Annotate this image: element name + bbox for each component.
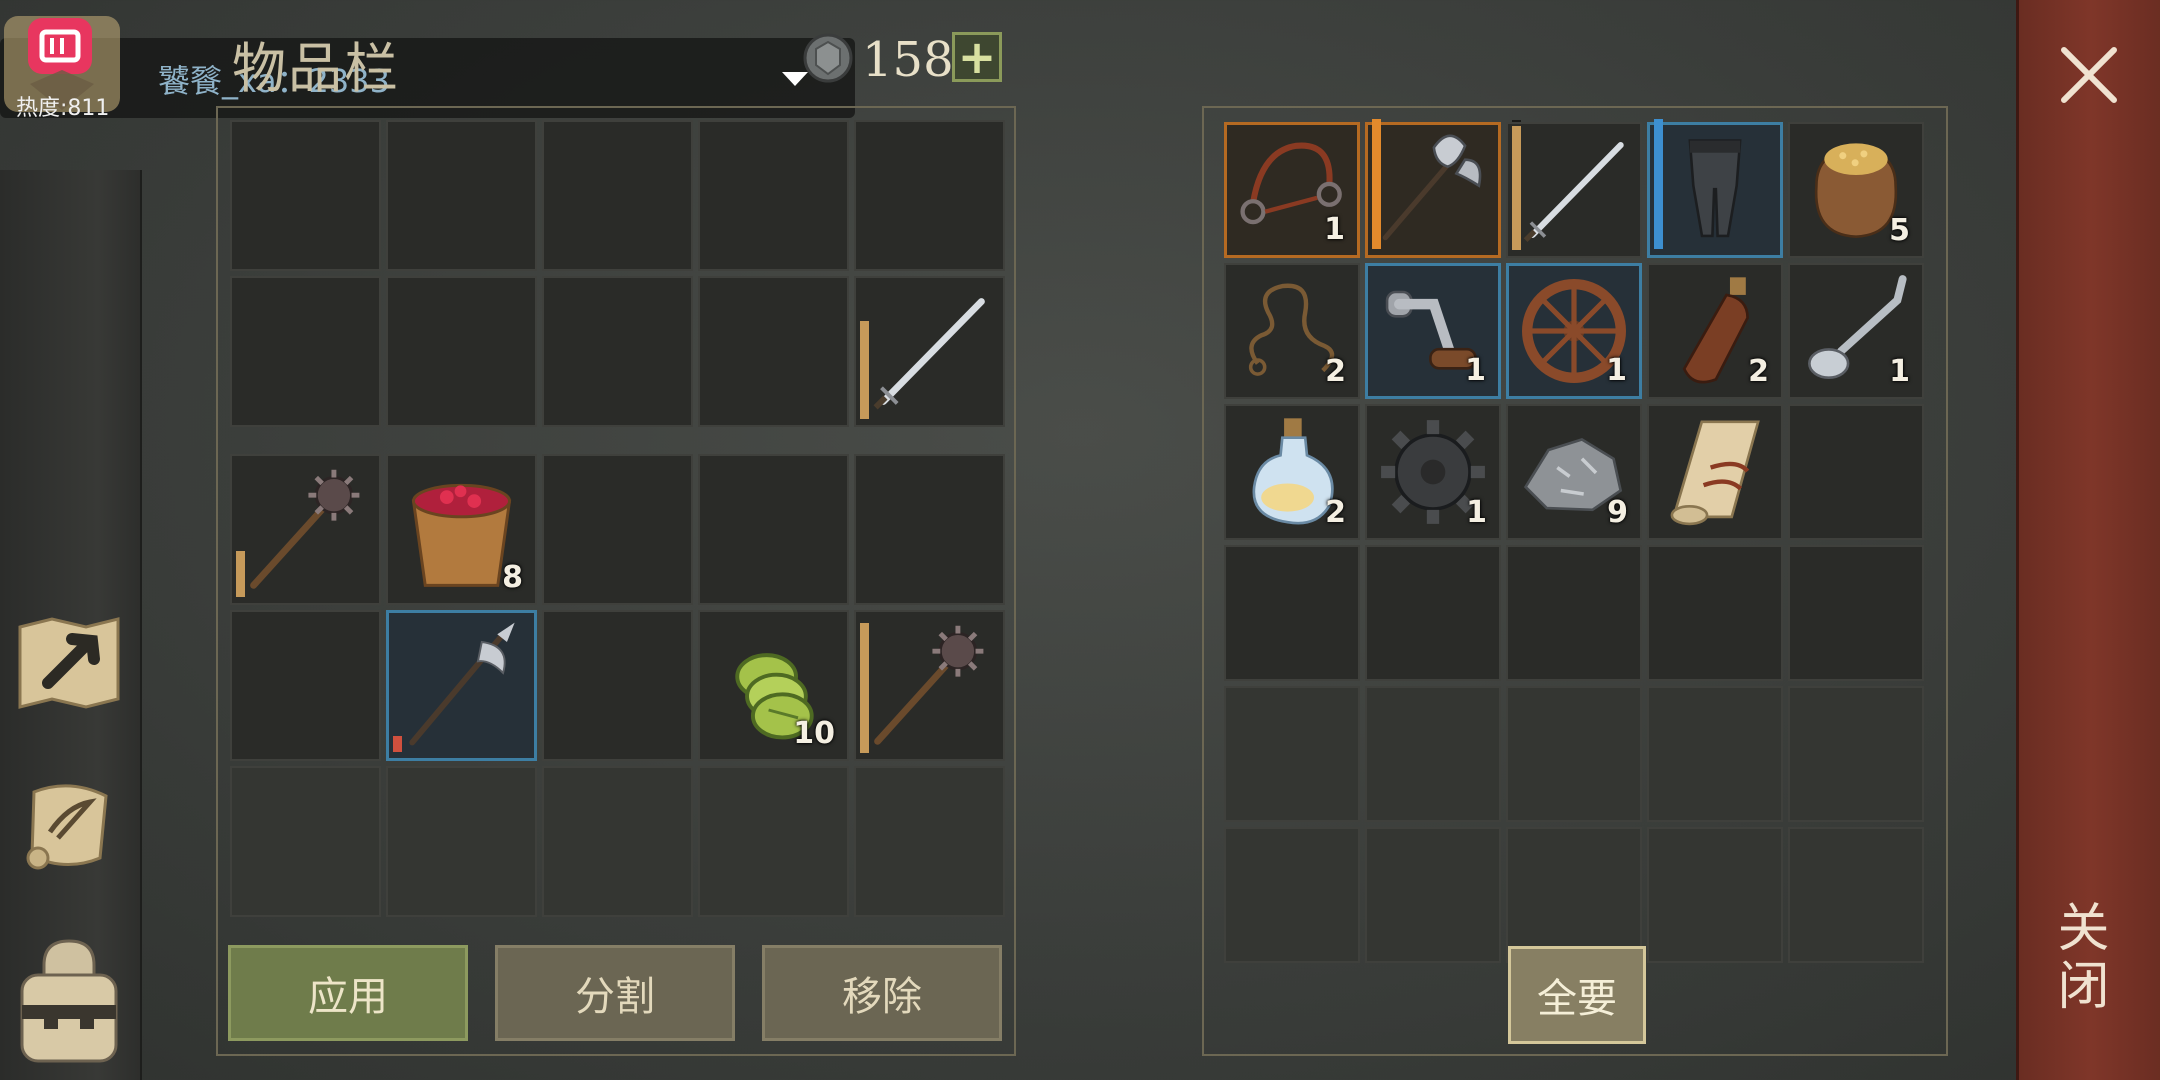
item-count: 8	[502, 560, 523, 595]
inventory-slot[interactable]	[1647, 827, 1783, 963]
inventory-slot[interactable]	[542, 120, 693, 271]
inventory-slot[interactable]	[230, 610, 381, 761]
inventory-slot[interactable]	[1788, 545, 1924, 681]
item-count: 1	[1465, 353, 1486, 388]
inventory-slot[interactable]	[386, 276, 537, 427]
inventory-slot[interactable]	[1788, 827, 1924, 963]
inventory-slot[interactable]	[386, 610, 537, 761]
inventory-slot[interactable]: 5	[1788, 122, 1924, 258]
currency-amount: 158	[862, 32, 954, 88]
item-count: 2	[1325, 354, 1346, 389]
inventory-slot[interactable]	[1224, 686, 1360, 822]
inventory-slot[interactable]	[854, 610, 1005, 761]
item-count: 10	[793, 716, 835, 751]
inventory-slot[interactable]: 2	[1224, 263, 1360, 399]
inventory-slot[interactable]	[1647, 545, 1783, 681]
inventory-slot[interactable]: 1	[1365, 404, 1501, 540]
inventory-slot[interactable]	[542, 276, 693, 427]
item-count: 1	[1466, 495, 1487, 530]
inventory-slot[interactable]	[230, 120, 381, 271]
apply-button[interactable]: 应用	[228, 945, 468, 1041]
inventory-slot[interactable]: 8	[386, 454, 537, 605]
item-count: 2	[1748, 354, 1769, 389]
item-count: 1	[1889, 354, 1910, 389]
inventory-slot[interactable]: 9	[1506, 404, 1642, 540]
quality-bar	[1372, 119, 1381, 249]
inventory-slot[interactable]: 2	[1647, 263, 1783, 399]
crafting-map-icon[interactable]	[14, 608, 124, 718]
inventory-slot[interactable]: 1	[1365, 263, 1501, 399]
inventory-slot[interactable]	[1506, 827, 1642, 963]
coin-icon	[802, 32, 854, 84]
inventory-slot[interactable]	[1647, 404, 1783, 540]
inventory-slot[interactable]	[1647, 686, 1783, 822]
longsword-icon	[873, 298, 985, 410]
inventory-slot[interactable]: 1	[1788, 263, 1924, 399]
inventory-slot[interactable]	[1506, 686, 1642, 822]
inventory-slot[interactable]	[698, 766, 849, 917]
inventory-slot[interactable]	[854, 766, 1005, 917]
quality-bar	[393, 736, 402, 752]
halberd-icon	[409, 622, 515, 746]
spiked-mace-icon	[250, 469, 360, 589]
scroll-icon	[1670, 420, 1760, 526]
inventory-slot[interactable]	[230, 276, 381, 427]
inventory-slot[interactable]: 10	[698, 610, 849, 761]
longsword-icon	[1523, 142, 1624, 243]
inventory-slot[interactable]	[1506, 545, 1642, 681]
inventory-slot[interactable]	[1788, 686, 1924, 822]
inventory-slot[interactable]	[854, 120, 1005, 271]
item-count: 1	[1324, 212, 1345, 247]
spiked-mace-icon	[874, 625, 984, 745]
close-icon[interactable]	[2054, 40, 2124, 110]
inventory-slot[interactable]	[542, 766, 693, 917]
remove-button[interactable]: 移除	[762, 945, 1002, 1041]
close-label[interactable]: 关闭	[2048, 900, 2116, 1016]
inventory-slot[interactable]: 1	[1506, 263, 1642, 399]
item-count: 1	[1606, 353, 1627, 388]
plus-icon: +	[957, 30, 997, 84]
quest-scroll-icon[interactable]	[14, 772, 124, 882]
split-button[interactable]: 分割	[495, 945, 735, 1041]
inventory-slot[interactable]	[1365, 119, 1501, 258]
inventory-slot[interactable]	[698, 454, 849, 605]
inventory-slot[interactable]	[1647, 119, 1783, 258]
inventory-slot[interactable]	[1365, 686, 1501, 822]
quality-bar	[1654, 119, 1663, 249]
backpack-icon[interactable]	[14, 930, 124, 1070]
quality-bar	[860, 321, 869, 419]
inventory-slot[interactable]	[542, 610, 693, 761]
inventory-slot[interactable]	[854, 276, 1005, 427]
inventory-slot[interactable]	[230, 454, 381, 605]
take-all-button[interactable]: 全要	[1508, 946, 1646, 1044]
inventory-slot[interactable]	[1224, 545, 1360, 681]
inventory-slot[interactable]	[1506, 120, 1642, 258]
inventory-slot[interactable]	[386, 120, 537, 271]
inventory-slot[interactable]	[1365, 827, 1501, 963]
inventory-slot[interactable]: 2	[1224, 404, 1360, 540]
inventory-slot[interactable]	[542, 454, 693, 605]
item-count: 2	[1325, 495, 1346, 530]
battle-axe-icon	[1382, 134, 1482, 241]
inventory-slot[interactable]	[1224, 827, 1360, 963]
inventory-slot[interactable]: 1	[1224, 122, 1360, 258]
inventory-slot[interactable]	[698, 276, 849, 427]
chainmail-leggings-icon	[1688, 139, 1742, 238]
inventory-slot[interactable]	[854, 454, 1005, 605]
quality-bar	[860, 623, 869, 753]
inventory-slot[interactable]	[230, 766, 381, 917]
inventory-slot[interactable]	[386, 766, 537, 917]
inventory-slot[interactable]	[698, 120, 849, 271]
inventory-slot[interactable]	[1788, 404, 1924, 540]
add-currency-button[interactable]: +	[952, 32, 1002, 82]
page-title: 物品栏	[232, 37, 400, 100]
item-count: 5	[1889, 213, 1910, 248]
quality-bar	[236, 551, 245, 597]
item-count: 9	[1607, 495, 1628, 530]
inventory-slot[interactable]	[1365, 545, 1501, 681]
heat-counter: 热度:811	[16, 96, 110, 121]
quality-bar	[1512, 126, 1521, 250]
